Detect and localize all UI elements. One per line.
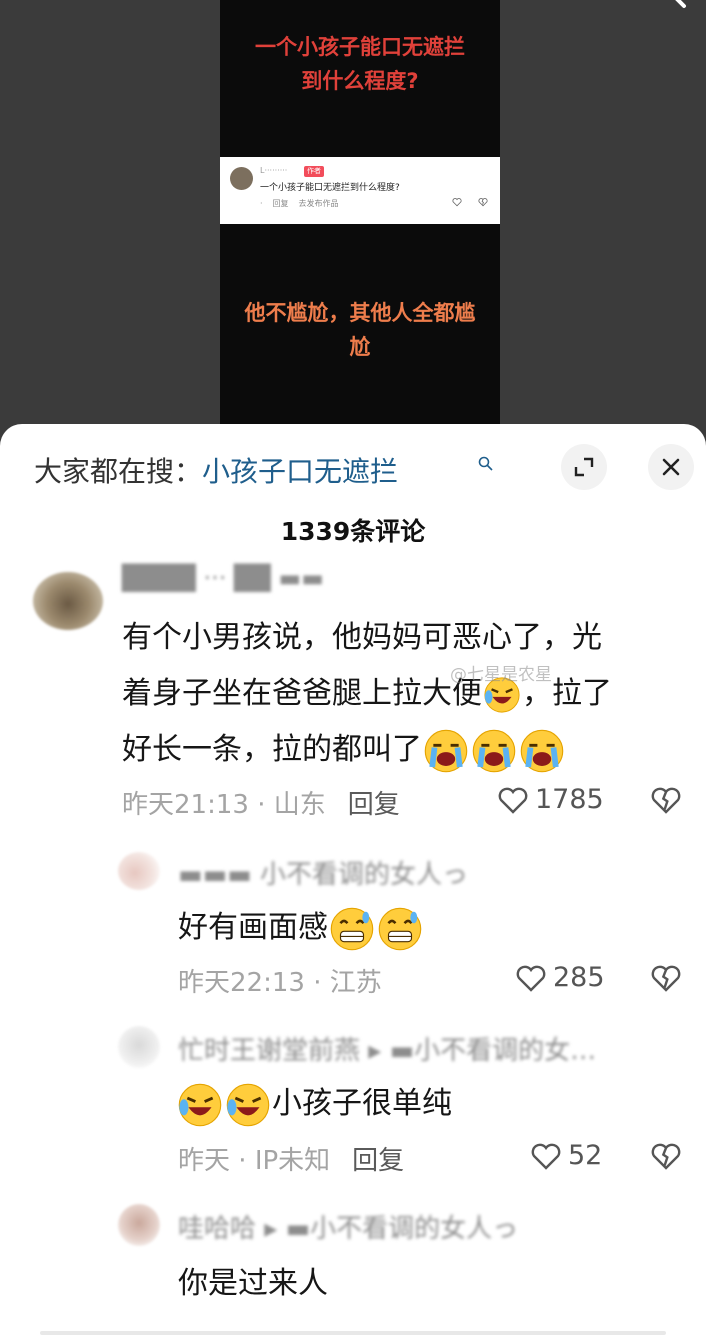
video-caption-top: 一个小孩子能口无遮拦到什么程度? — [255, 35, 465, 93]
mini-heart-icon — [452, 198, 462, 207]
username[interactable]: 哇哈哈 ▸ ▬小不看调的女人っ — [178, 1208, 518, 1245]
username[interactable]: ▬▬▬ 小不看调的女人っ — [178, 854, 468, 891]
heart-icon — [531, 1143, 561, 1170]
broken-heart-icon[interactable] — [650, 785, 682, 815]
like-count: 1785 — [535, 784, 604, 815]
mini-avatar — [230, 167, 253, 190]
comment-text: 小孩子很单纯 — [176, 1078, 452, 1128]
username[interactable]: 忙时王谢堂前燕 ▸ ▬小不看调的女… — [178, 1030, 596, 1067]
author-badge: 作者 — [304, 166, 324, 177]
comment-meta: 昨天22:13 · 江苏 — [178, 968, 382, 998]
suggest-term[interactable]: 小孩子口无遮拦 — [202, 455, 398, 488]
like-count: 52 — [568, 1140, 603, 1171]
comment-text: 好有画面感 — [178, 902, 424, 952]
comment-text: 好长一条，拉的都叫了 — [122, 724, 566, 774]
like-count: 285 — [553, 962, 605, 993]
avatar[interactable] — [118, 1026, 160, 1068]
avatar[interactable] — [118, 852, 160, 890]
watermark: @七星是农星 — [450, 665, 552, 685]
mini-reply: 回复 — [272, 199, 289, 208]
video-caption-bottom: 他不尴尬，其他人全都尴尬 — [244, 301, 476, 359]
comment-text: 你是过来人 — [178, 1266, 328, 1301]
crying-emoji — [424, 729, 468, 772]
like-button[interactable]: 1785 — [497, 784, 604, 815]
heart-icon — [516, 965, 546, 992]
search-icon[interactable] — [640, 0, 692, 20]
close-icon — [662, 458, 680, 476]
mini-comment-text: 一个小孩子能口无遮拦到什么程度? — [260, 183, 400, 193]
like-button[interactable]: 285 — [515, 962, 605, 993]
mini-broken-heart-icon — [478, 198, 488, 207]
comment-meta: 昨天21:13 · 山东 回复 — [122, 790, 400, 820]
heart-icon — [498, 787, 528, 814]
laughing-crying-emoji — [226, 1083, 270, 1126]
comment-meta: 昨天 · IP未知 回复 — [178, 1146, 405, 1176]
like-button[interactable]: 52 — [530, 1140, 602, 1171]
video-player[interactable]: 一个小孩子能口无遮拦到什么程度? L········· 作者 一个小孩子能口无遮… — [220, 0, 500, 440]
search-suggestion[interactable]: 大家都在搜：小孩子口无遮拦 — [34, 450, 398, 490]
comment-text: 有个小男孩说，他妈妈可恶心了，光 — [122, 620, 602, 655]
avatar[interactable] — [33, 572, 103, 630]
expand-button[interactable] — [561, 444, 607, 490]
suggest-search-icon — [478, 456, 493, 471]
bottom-divider — [40, 1331, 666, 1335]
laughing-crying-emoji — [178, 1083, 222, 1126]
broken-heart-icon[interactable] — [650, 1141, 682, 1171]
mini-publish: 去发布作品 — [298, 199, 339, 208]
mini-username: L········· — [260, 166, 288, 175]
crying-emoji — [520, 729, 564, 772]
grimace-sweat-emoji — [378, 907, 422, 950]
comment-sheet: 大家都在搜：小孩子口无遮拦 1339条评论 ████ ··· ██ ▬▬ 有个小… — [0, 424, 706, 1338]
avatar[interactable] — [118, 1204, 160, 1246]
username[interactable]: ████ ··· ██ ▬▬ — [122, 564, 324, 592]
video-comment-card: L········· 作者 一个小孩子能口无遮拦到什么程度? · 回复 去发布作品 — [220, 157, 500, 224]
expand-icon — [574, 457, 594, 477]
broken-heart-icon[interactable] — [650, 963, 682, 993]
close-button[interactable] — [648, 444, 694, 490]
suggest-prefix: 大家都在搜： — [34, 455, 203, 488]
reply-button[interactable]: 回复 — [348, 790, 400, 820]
reply-button[interactable]: 回复 — [352, 1146, 404, 1176]
comment-count: 1339条评论 — [280, 517, 426, 546]
crying-emoji — [472, 729, 516, 772]
grimace-sweat-emoji — [330, 907, 374, 950]
mini-comment-meta: · 回复 去发布作品 — [260, 199, 339, 208]
